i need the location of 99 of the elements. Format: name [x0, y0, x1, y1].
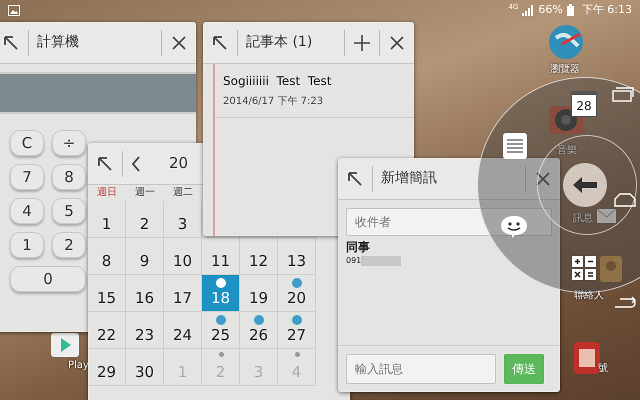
- window-title: 計算機: [37, 33, 80, 52]
- calendar-day[interactable]: 25: [202, 312, 240, 349]
- recipient-field[interactable]: 收件者: [346, 208, 552, 236]
- back-icon[interactable]: [614, 296, 636, 310]
- restore-arrow-icon[interactable]: [346, 170, 364, 188]
- day-number: 3: [252, 362, 264, 383]
- day-number: 10: [172, 251, 194, 272]
- contact-name: 同事: [346, 240, 371, 255]
- day-number: 2: [214, 362, 226, 383]
- calendar-day[interactable]: 8: [88, 238, 126, 275]
- day-number: 30: [134, 362, 156, 383]
- calendar-day[interactable]: 10: [164, 238, 202, 275]
- close-icon[interactable]: [388, 34, 406, 52]
- day-number: 26: [248, 325, 270, 346]
- note-title: Sogiiiiiii Test Test: [223, 73, 332, 90]
- calculator-key[interactable]: 1: [10, 232, 44, 258]
- arrow-left-icon: [572, 176, 598, 194]
- window-title: 記事本 (1): [246, 33, 314, 52]
- restore-arrow-icon[interactable]: [96, 154, 114, 172]
- day-number: 18: [210, 288, 232, 309]
- calculator-key[interactable]: 0: [10, 266, 86, 292]
- calendar-day[interactable]: 3: [164, 201, 202, 238]
- note-date: 2014/6/17 下午 7:23: [223, 95, 324, 109]
- calculator-key[interactable]: 4: [10, 198, 44, 224]
- calendar-day[interactable]: 9: [126, 238, 164, 275]
- day-number: 2: [138, 214, 150, 235]
- weekday-label: 週二: [172, 186, 194, 200]
- calendar-day[interactable]: 15: [88, 275, 126, 312]
- weekday-label: 週一: [134, 186, 156, 200]
- day-number: 8: [100, 251, 112, 272]
- day-number: 22: [96, 325, 118, 346]
- calendar-day[interactable]: 18: [202, 275, 240, 312]
- day-number: 24: [172, 325, 194, 346]
- weekday-label: 週日: [96, 186, 118, 200]
- day-number: 16: [134, 288, 156, 309]
- calendar-day[interactable]: 29: [88, 349, 126, 386]
- plus-icon[interactable]: [353, 34, 371, 52]
- app-label[interactable]: 聯絡人: [574, 288, 604, 303]
- chevron-left-icon[interactable]: [131, 156, 141, 172]
- calculator-key[interactable]: 7: [10, 164, 44, 190]
- calculator-key[interactable]: 5: [52, 198, 86, 224]
- signal-icon: [522, 4, 534, 16]
- home-icon[interactable]: [614, 193, 636, 207]
- day-number: 3: [176, 214, 188, 235]
- list-icon[interactable]: [503, 133, 527, 159]
- calendar-day-number: 28: [576, 98, 592, 114]
- calendar-day[interactable]: 22: [88, 312, 126, 349]
- day-number: 13: [286, 251, 308, 272]
- day-number: 9: [138, 251, 150, 272]
- calendar-day[interactable]: 12: [240, 238, 278, 275]
- day-number: 20: [286, 288, 308, 309]
- calendar-day[interactable]: 26: [240, 312, 278, 349]
- day-number: 19: [248, 288, 270, 309]
- calculator-key[interactable]: ÷: [52, 130, 86, 156]
- calendar-day[interactable]: 20: [278, 275, 316, 312]
- recent-apps-icon[interactable]: [612, 86, 634, 102]
- play-store-icon[interactable]: [50, 332, 80, 358]
- close-icon[interactable]: [170, 34, 188, 52]
- calendar-day[interactable]: 19: [240, 275, 278, 312]
- day-number: 11: [210, 251, 232, 272]
- calculator-key[interactable]: 8: [52, 164, 86, 190]
- day-number: 27: [286, 325, 308, 346]
- calendar-day[interactable]: 30: [126, 349, 164, 386]
- battery-percent: 66%: [538, 2, 563, 18]
- day-number: 4: [290, 362, 302, 383]
- calendar-day[interactable]: 23: [126, 312, 164, 349]
- day-number: 29: [96, 362, 118, 383]
- day-number: 1: [176, 362, 188, 383]
- calendar-day[interactable]: 24: [164, 312, 202, 349]
- day-number: 17: [172, 288, 194, 309]
- day-number: 12: [248, 251, 270, 272]
- globe-icon[interactable]: [548, 24, 584, 60]
- restore-arrow-icon[interactable]: [211, 34, 229, 52]
- app-label[interactable]: 號: [598, 361, 608, 376]
- smiley-chat-icon[interactable]: [500, 215, 528, 239]
- month-title: 20: [169, 153, 188, 174]
- calendar-day[interactable]: 27: [278, 312, 316, 349]
- app-label[interactable]: Play: [68, 358, 89, 373]
- window-title: 新增簡訊: [381, 169, 438, 188]
- restore-arrow-icon[interactable]: [2, 34, 20, 52]
- image-icon: [8, 4, 20, 16]
- day-number: 25: [210, 325, 232, 346]
- blurred-number: [361, 256, 402, 266]
- clock-time: 下午 6:13: [582, 2, 632, 18]
- message-input[interactable]: 輸入訊息: [346, 354, 496, 384]
- calculator-icon[interactable]: [572, 256, 596, 280]
- note-item[interactable]: Sogiiiiiii Test Test 2014/6/17 下午 7:23: [215, 64, 414, 118]
- close-icon[interactable]: [534, 170, 552, 188]
- calendar-day[interactable]: 2: [126, 201, 164, 238]
- day-number: 23: [134, 325, 156, 346]
- day-number: 1: [100, 214, 112, 235]
- contact-number: 091: [346, 255, 362, 267]
- calendar-day[interactable]: 1: [88, 201, 126, 238]
- calendar-day[interactable]: 13: [278, 238, 316, 275]
- calculator-key[interactable]: C: [10, 130, 44, 156]
- calculator-key[interactable]: 2: [52, 232, 86, 258]
- calendar-icon[interactable]: 28: [571, 91, 597, 117]
- calendar-day[interactable]: 16: [126, 275, 164, 312]
- day-number: 15: [96, 288, 118, 309]
